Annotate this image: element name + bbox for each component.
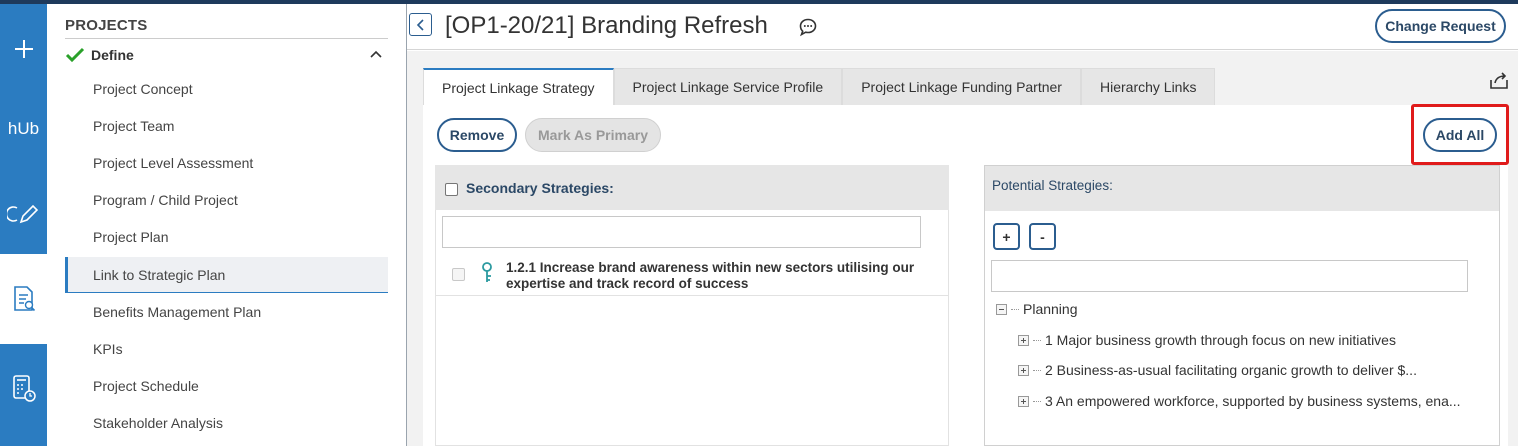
nav-item-kpis[interactable]: KPIs [65, 331, 388, 367]
projects-nav: PROJECTS Define Project Concept Project … [47, 4, 407, 446]
nav-item-project-plan[interactable]: Project Plan [65, 219, 388, 255]
tab-project-linkage-service-profile[interactable]: Project Linkage Service Profile [613, 68, 843, 105]
list-item[interactable]: 1.2.1 Increase brand awareness within ne… [436, 256, 948, 296]
nav-title: PROJECTS [65, 17, 148, 34]
nav-section-define[interactable]: Define [65, 44, 388, 66]
change-request-button[interactable]: Change Request [1375, 9, 1506, 43]
tree-node-label: Planning [1023, 301, 1078, 317]
remove-button[interactable]: Remove [437, 118, 517, 152]
nav-item-link-to-strategic-plan[interactable]: Link to Strategic Plan [65, 257, 388, 293]
back-button[interactable] [409, 13, 432, 36]
nav-item-benefits-management-plan[interactable]: Benefits Management Plan [65, 294, 388, 330]
tab-project-linkage-strategy[interactable]: Project Linkage Strategy [423, 68, 614, 105]
collapse-node-icon[interactable] [996, 303, 1007, 315]
row-checkbox[interactable] [452, 268, 465, 281]
potential-strategies-panel: Potential Strategies: + - Planning 1 Maj… [984, 165, 1500, 446]
secondary-strategies-list: 1.2.1 Increase brand awareness within ne… [435, 210, 949, 446]
tree-connector [1033, 400, 1041, 402]
checkmark-icon [65, 47, 85, 63]
share-icon[interactable] [1488, 71, 1510, 91]
expand-node-icon[interactable] [1018, 364, 1029, 376]
nav-item-project-schedule[interactable]: Project Schedule [65, 368, 388, 404]
pencil-icon[interactable] [0, 189, 47, 239]
chevron-up-icon[interactable] [370, 49, 382, 59]
expand-node-icon[interactable] [1018, 395, 1029, 407]
tree-connector [1011, 308, 1019, 310]
strategy-text: 1.2.1 Increase brand awareness within ne… [506, 260, 915, 291]
tree-node-label: 1 Major business growth through focus on… [1045, 332, 1396, 348]
tree-node-root[interactable]: Planning [996, 301, 1078, 317]
tab-hierarchy-links[interactable]: Hierarchy Links [1080, 68, 1216, 105]
tree-node[interactable]: 3 An empowered workforce, supported by b… [1018, 393, 1461, 409]
page-header: [OP1-20/21] Branding Refresh Change Requ… [407, 4, 1518, 50]
divider [65, 38, 388, 39]
potential-strategies-label: Potential Strategies: [985, 166, 1499, 211]
tab-bar: Project Linkage Strategy Project Linkage… [423, 68, 1216, 105]
expand-all-button[interactable]: + [993, 223, 1020, 250]
hub-logo-text: hUb [7, 119, 40, 138]
secondary-strategies-label: Secondary Strategies: [466, 179, 614, 196]
tree-node-label: 2 Business-as-usual facilitating organic… [1045, 362, 1417, 378]
comment-icon[interactable] [798, 17, 818, 37]
select-all-checkbox[interactable] [445, 182, 458, 196]
nav-item-project-level-assessment[interactable]: Project Level Assessment [65, 145, 388, 181]
tree-node-label: 3 An empowered workforce, supported by b… [1045, 393, 1461, 409]
add-icon[interactable] [0, 24, 47, 74]
nav-item-project-concept[interactable]: Project Concept [65, 71, 388, 107]
collapse-all-button[interactable]: - [1029, 223, 1056, 250]
page-title: [OP1-20/21] Branding Refresh [445, 12, 768, 39]
tab-project-linkage-funding-partner[interactable]: Project Linkage Funding Partner [842, 68, 1081, 105]
tree-connector [1033, 339, 1041, 341]
tree-node[interactable]: 2 Business-as-usual facilitating organic… [1018, 362, 1417, 378]
secondary-strategies-header: Secondary Strategies: [435, 165, 949, 210]
app-rail: hUb [0, 4, 47, 446]
calculator-clock-icon[interactable] [0, 359, 47, 419]
tree-connector [1033, 369, 1041, 371]
secondary-filter-input[interactable] [442, 216, 921, 248]
nav-item-stakeholder-analysis[interactable]: Stakeholder Analysis [65, 405, 388, 441]
nav-item-project-team[interactable]: Project Team [65, 108, 388, 144]
tab-panel: Remove Mark As Primary Add All Secondary… [423, 104, 1509, 446]
expand-node-icon[interactable] [1018, 334, 1029, 346]
key-icon [482, 262, 492, 282]
document-search-icon[interactable] [0, 254, 47, 344]
hub-logo[interactable]: hUb [0, 104, 47, 154]
mark-as-primary-button[interactable]: Mark As Primary [525, 118, 661, 152]
add-all-button[interactable]: Add All [1423, 118, 1497, 152]
main-content: Project Linkage Strategy Project Linkage… [407, 51, 1518, 446]
chevron-left-icon [416, 18, 424, 31]
nav-section-label: Define [91, 47, 134, 63]
tree-node[interactable]: 1 Major business growth through focus on… [1018, 332, 1396, 348]
nav-item-program-child-project[interactable]: Program / Child Project [65, 182, 388, 218]
potential-filter-input[interactable] [991, 260, 1468, 292]
